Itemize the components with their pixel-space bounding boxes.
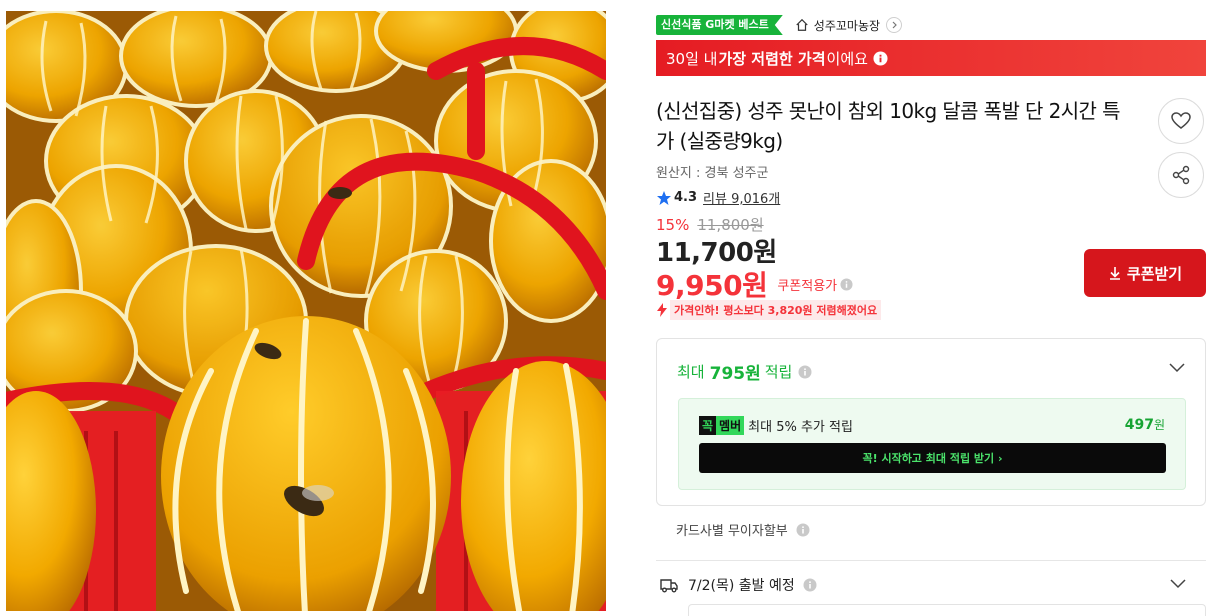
chevron-right-icon (886, 17, 903, 33)
banner-prefix: 30일 내 (666, 49, 718, 68)
wishlist-button[interactable] (1158, 98, 1204, 144)
coupon-button[interactable]: 쿠폰받기 (1084, 249, 1206, 297)
shipping-row[interactable]: 7/2(목) 출발 예정 (660, 575, 817, 595)
product-title: (신선집중) 성주 못난이 참외 10kg 달콤 폭발 단 2시간 특가 (실중… (656, 99, 1120, 153)
store-name: 성주꼬마농장 (813, 18, 881, 33)
info-icon[interactable] (803, 578, 817, 592)
share-button[interactable] (1158, 152, 1204, 198)
shipping-label: 7/2(목) 출발 예정 (688, 578, 795, 594)
reward-amount: 795원 (709, 364, 761, 384)
membership-amount-value: 497 (1124, 417, 1154, 433)
banner-suffix: 이에요 (826, 49, 868, 68)
chevron-down-icon[interactable] (1169, 363, 1185, 373)
reward-suffix: 적립 (764, 363, 793, 381)
membership-logo-b: 멤버 (716, 416, 745, 435)
product-image[interactable] (6, 11, 606, 611)
price-drop-text: 가격인하! 평소보다 3,820원 저렴해졌어요 (670, 300, 882, 320)
melon-photo-illustration (6, 11, 606, 611)
installment-label: 카드사별 무이자할부 (676, 524, 788, 539)
info-icon[interactable] (840, 277, 853, 291)
membership-start-button[interactable]: 꼭! 시작하고 최대 적립 받기 › (699, 443, 1166, 473)
price-drop-row: 가격인하! 평소보다 3,820원 저렴해졌어요 (656, 300, 882, 320)
truck-icon (660, 579, 678, 593)
membership-line: 꼭 멤버 최대 5% 추가 적립 (699, 416, 853, 435)
discount-rate: 15% (656, 215, 690, 234)
info-icon[interactable] (873, 50, 888, 66)
reviews-link[interactable]: 리뷰 9,016개 (703, 188, 780, 207)
coupon-price-row: 9,950원 쿠폰적용가 (656, 264, 853, 304)
download-icon (1109, 267, 1120, 280)
membership-amount: 497원 (1125, 416, 1165, 433)
star-icon (657, 190, 671, 205)
lightning-icon (657, 303, 667, 317)
origin-text: 원산지 : 경북 성주군 (656, 166, 769, 181)
store-link[interactable]: 성주꼬마농장 (795, 17, 903, 34)
shipping-detail-box (688, 604, 1206, 616)
reward-section: 최대 795원 적립 꼭 멤버 최대 5% 추가 적립 497원 꼭! 시작하고… (656, 338, 1206, 506)
membership-text: 최대 5% 추가 적립 (748, 420, 853, 435)
info-icon[interactable] (796, 523, 810, 537)
reward-header[interactable]: 최대 795원 적립 (677, 359, 812, 384)
rating-score: 4.3 (674, 190, 698, 205)
info-icon[interactable] (798, 365, 812, 379)
home-icon (796, 18, 808, 31)
reward-prefix: 최대 (677, 363, 705, 381)
heart-icon (1171, 112, 1191, 129)
installment-row[interactable]: 카드사별 무이자할부 (676, 520, 810, 539)
product-info-panel: 신선식품 G마켓 베스트 성주꼬마농장 30일 내 가장 저렴한 가격 이에요 … (656, 0, 1206, 616)
chevron-down-icon[interactable] (1170, 579, 1186, 589)
divider (656, 560, 1206, 561)
rating-row: 4.3 리뷰 9,016개 (656, 188, 780, 207)
membership-logo: 꼭 멤버 (699, 416, 745, 435)
best-badge: 신선식품 G마켓 베스트 (656, 15, 783, 35)
membership-logo-a: 꼭 (699, 416, 717, 435)
share-icon (1172, 165, 1190, 185)
lowest-price-banner: 30일 내 가장 저렴한 가격 이에요 (656, 40, 1206, 76)
banner-bold: 가장 저렴한 가격 (718, 49, 826, 68)
membership-amount-unit: 원 (1153, 418, 1165, 432)
membership-box: 꼭 멤버 최대 5% 추가 적립 497원 꼭! 시작하고 최대 적립 받기 › (678, 398, 1186, 490)
coupon-note: 쿠폰적용가 (777, 278, 838, 294)
coupon-price: 9,950원 (656, 269, 768, 302)
tag-row: 신선식품 G마켓 베스트 성주꼬마농장 (656, 14, 903, 36)
coupon-button-label: 쿠폰받기 (1126, 264, 1183, 283)
